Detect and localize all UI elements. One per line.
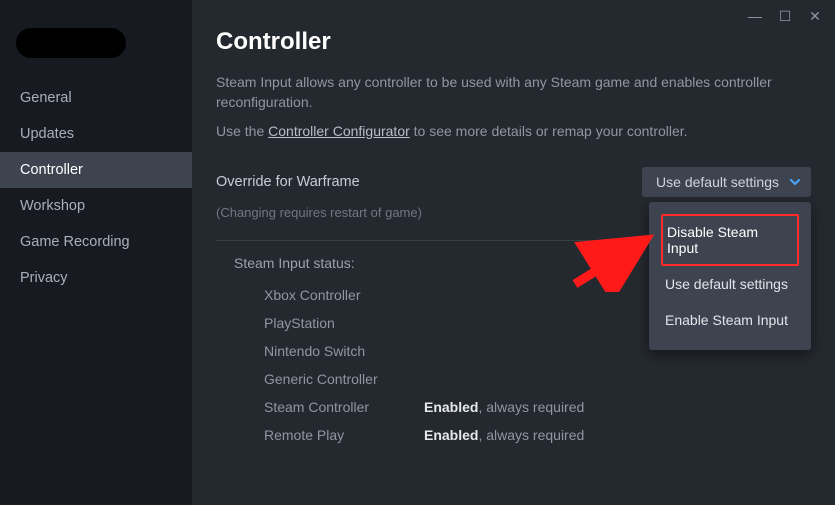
status-name: Remote Play: [264, 427, 424, 443]
status-name: Xbox Controller: [264, 287, 424, 303]
status-name: Generic Controller: [264, 371, 424, 387]
dropdown-selected-label: Use default settings: [656, 174, 779, 190]
sidebar-item-general[interactable]: General: [0, 80, 192, 116]
window-titlebar: — ☐ ✕: [741, 0, 835, 32]
status-name: Nintendo Switch: [264, 343, 424, 359]
sidebar-item-privacy[interactable]: Privacy: [0, 260, 192, 296]
sidebar-item-workshop[interactable]: Workshop: [0, 188, 192, 224]
page-title: Controller: [216, 28, 811, 56]
minimize-button[interactable]: —: [741, 4, 769, 28]
menu-item-enable[interactable]: Enable Steam Input: [661, 302, 799, 338]
override-dropdown-menu: Disable Steam Input Use default settings…: [649, 202, 811, 350]
description-1: Steam Input allows any controller to be …: [216, 72, 811, 113]
override-label: Override for Warframe: [216, 174, 360, 190]
description-2: Use the Controller Configurator to see m…: [216, 121, 811, 141]
status-row-remote-play: Remote Play Enabled, always required: [264, 421, 811, 449]
status-name: Steam Controller: [264, 399, 424, 415]
sidebar-item-updates[interactable]: Updates: [0, 116, 192, 152]
sidebar-item-controller[interactable]: Controller: [0, 152, 192, 188]
logo-pill: [16, 28, 126, 58]
override-row: Override for Warframe Use default settin…: [216, 167, 811, 197]
controller-configurator-link[interactable]: Controller Configurator: [268, 123, 410, 139]
desc2-suffix: to see more details or remap your contro…: [410, 123, 688, 139]
status-row-generic: Generic Controller: [264, 365, 811, 393]
status-value: Enabled, always required: [424, 427, 584, 443]
status-value: Enabled, always required: [424, 399, 584, 415]
chevron-down-icon: [789, 176, 801, 188]
close-button[interactable]: ✕: [801, 4, 829, 28]
desc2-prefix: Use the: [216, 123, 268, 139]
main-content: Controller Steam Input allows any contro…: [192, 0, 835, 505]
sidebar: General Updates Controller Workshop Game…: [0, 0, 192, 505]
status-row-steam-controller: Steam Controller Enabled, always require…: [264, 393, 811, 421]
menu-item-disable[interactable]: Disable Steam Input: [661, 214, 799, 266]
override-dropdown[interactable]: Use default settings: [642, 167, 811, 197]
maximize-button[interactable]: ☐: [771, 4, 799, 28]
menu-item-default[interactable]: Use default settings: [661, 266, 799, 302]
status-name: PlayStation: [264, 315, 424, 331]
sidebar-item-game-recording[interactable]: Game Recording: [0, 224, 192, 260]
